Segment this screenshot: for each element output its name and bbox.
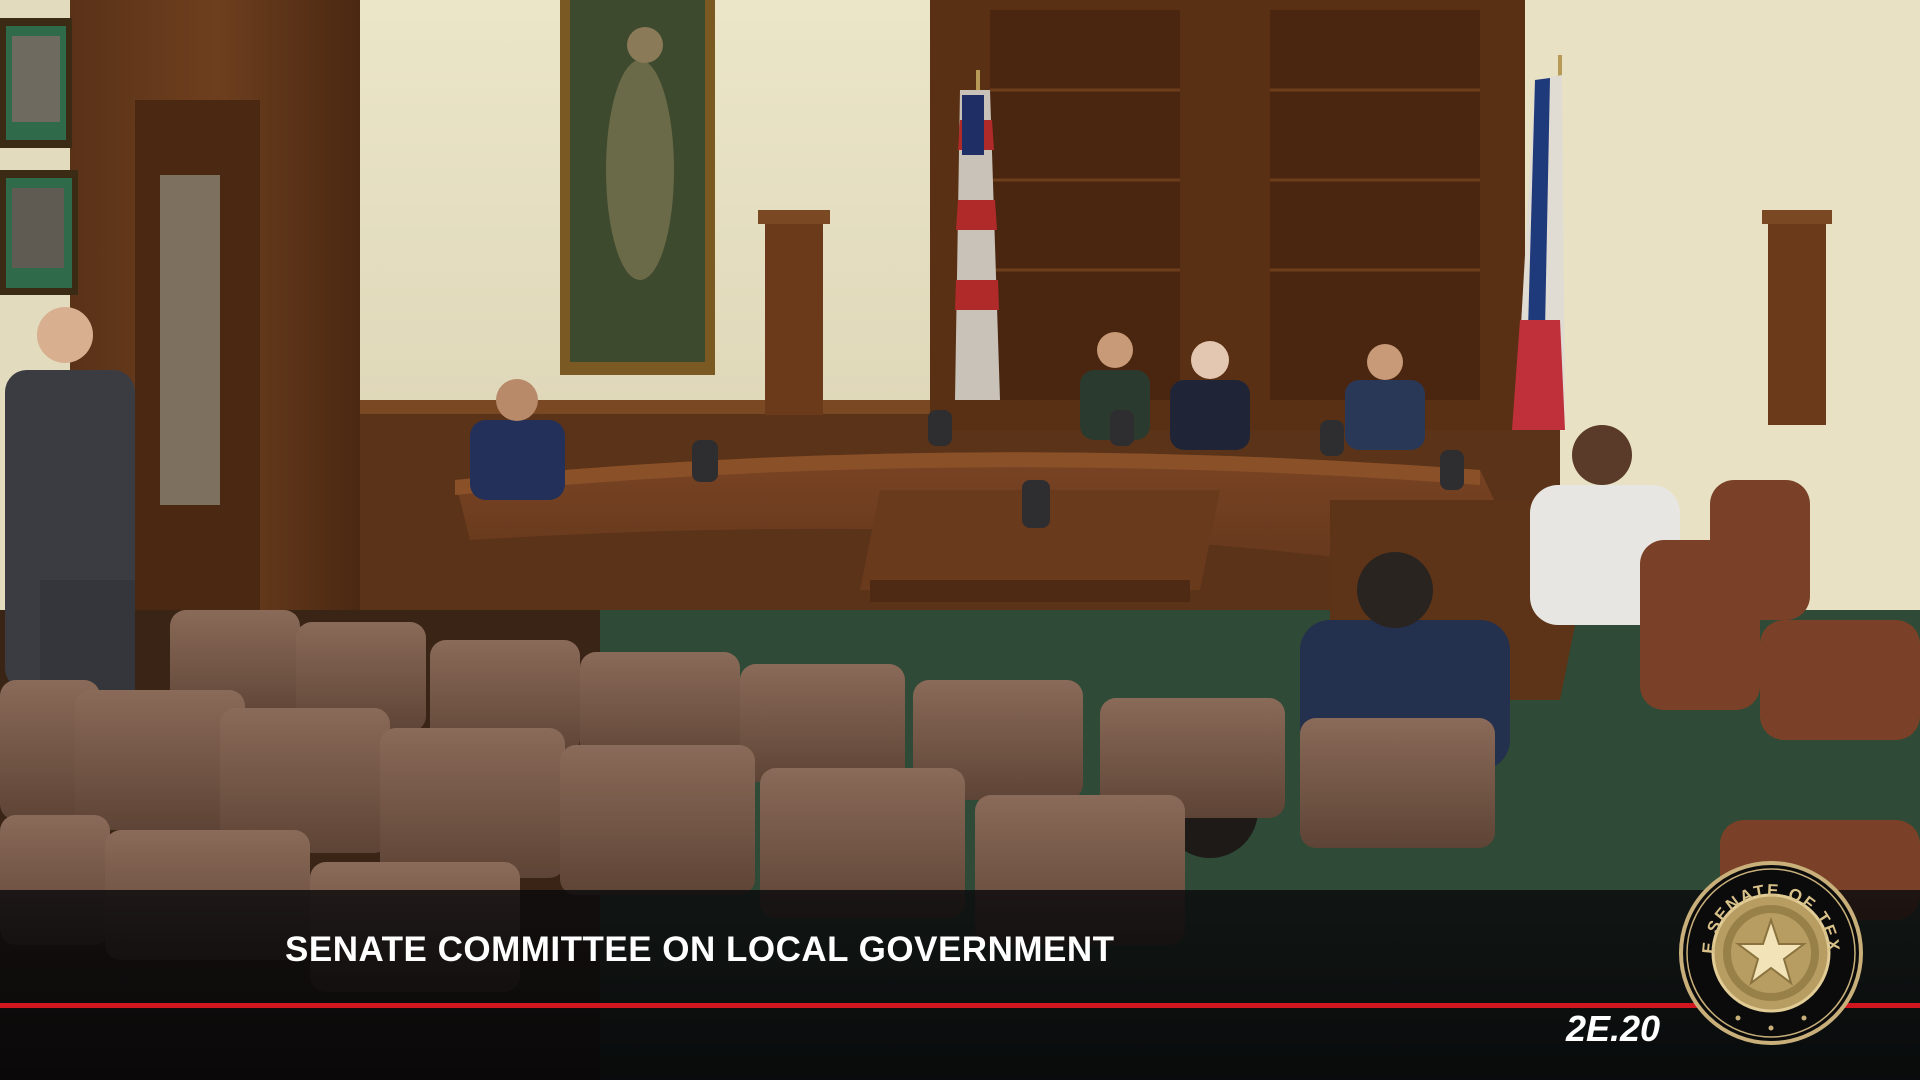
texas-star-seal-icon: THE SENATE OF TEXAS bbox=[1676, 858, 1863, 1045]
room-code: 2E.20 bbox=[1566, 1008, 1661, 1049]
left-pedestal bbox=[765, 215, 823, 415]
lower-third-banner bbox=[0, 890, 1920, 1080]
broadcast-title: SENATE COMMITTEE ON LOCAL GOVERNMENT bbox=[285, 930, 1115, 969]
right-pedestal bbox=[1768, 215, 1826, 425]
